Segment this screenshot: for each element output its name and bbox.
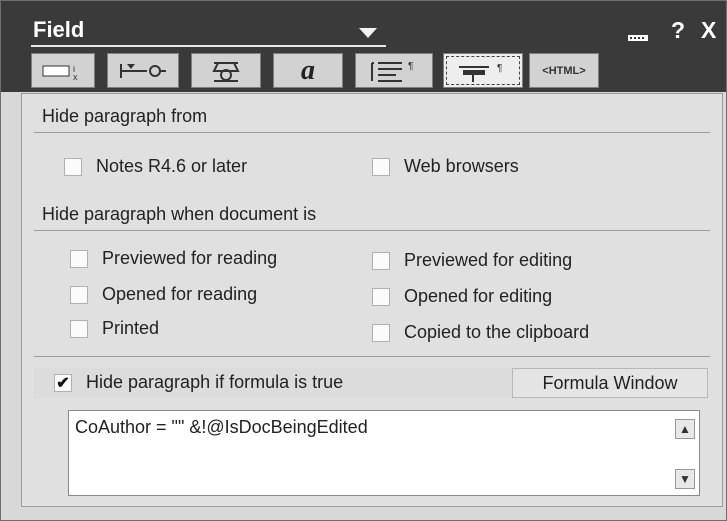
checkbox-label: Previewed for reading (102, 248, 278, 268)
formula-bar: ✔ Hide paragraph if formula is true Form… (34, 368, 708, 398)
minimize-icon[interactable] (627, 23, 649, 50)
checkbox-box[interactable] (70, 319, 88, 338)
checkbox-label: Printed (102, 318, 160, 338)
tab-paragraph-alignment[interactable] (191, 53, 261, 88)
checkbox-label: Web browsers (404, 156, 519, 176)
formula-input[interactable]: CoAuthor = "" &!@IsDocBeingEdited ▲ ▼ (68, 410, 700, 496)
checkbox-label: Copied to the clipboard (404, 322, 590, 342)
field-options-icon (120, 63, 166, 78)
checkbox-box[interactable] (64, 157, 82, 176)
tab-html[interactable]: <HTML> (529, 53, 599, 88)
copied-to-clipboard-checkbox[interactable]: Copied to the clipboard (372, 322, 589, 343)
tab-paragraph-spacing[interactable]: ¶ (355, 53, 433, 88)
formula-text[interactable]: CoAuthor = "" &!@IsDocBeingEdited (75, 417, 368, 438)
hide-if-formula-checkbox[interactable]: ✔ Hide paragraph if formula is true (54, 372, 343, 393)
checkbox-label: Notes R4.6 or later (96, 156, 248, 176)
svg-text:x: x (73, 72, 78, 82)
svg-text:¶: ¶ (497, 63, 502, 74)
paragraph-alignment-icon (212, 61, 240, 82)
previewed-for-editing-checkbox[interactable]: Previewed for editing (372, 250, 572, 271)
help-button[interactable]: ? (671, 17, 685, 44)
html-icon: <HTML> (542, 64, 586, 77)
checkbox-label: Opened for reading (102, 284, 258, 304)
previewed-for-reading-checkbox[interactable]: Previewed for reading (70, 248, 277, 269)
checkbox-box[interactable] (372, 323, 390, 342)
divider (34, 132, 710, 133)
opened-for-reading-checkbox[interactable]: Opened for reading (70, 284, 257, 305)
scroll-down-icon[interactable]: ▼ (675, 469, 695, 489)
hide-when-panel: Hide paragraph from Notes R4.6 or later … (21, 93, 723, 507)
font-icon: a (301, 54, 315, 86)
paragraph-spacing-icon: ¶ (371, 61, 413, 82)
opened-for-editing-checkbox[interactable]: Opened for editing (372, 286, 552, 307)
checkbox-label: Previewed for editing (404, 250, 573, 270)
divider (34, 356, 710, 357)
hide-when-label: Hide paragraph when document is (42, 204, 317, 224)
checkbox-box[interactable]: ✔ (54, 373, 72, 392)
tab-field-info[interactable]: ix (31, 53, 95, 88)
svg-text:¶: ¶ (408, 61, 413, 72)
scroll-up-icon[interactable]: ▲ (675, 419, 695, 439)
title-bar: Field ? X ix a ¶ ¶ <HTML> (1, 1, 726, 92)
properties-type-label: Field (33, 17, 85, 42)
divider (34, 230, 710, 231)
tab-font[interactable]: a (273, 53, 343, 88)
checkbox-box[interactable] (372, 287, 390, 306)
tab-hide-when[interactable]: ¶ (443, 53, 523, 88)
field-properties-window: Field ? X ix a ¶ ¶ <HTML> Hide paragraph… (0, 0, 727, 521)
properties-type-dropdown-icon[interactable] (359, 28, 377, 38)
title-underline (31, 45, 386, 47)
properties-tabs: ix a ¶ ¶ <HTML> (31, 53, 601, 89)
hide-from-web-checkbox[interactable]: Web browsers (372, 156, 519, 177)
checkbox-box[interactable] (372, 157, 390, 176)
checkbox-box[interactable] (70, 285, 88, 304)
tab-field-options[interactable] (107, 53, 179, 88)
printed-checkbox[interactable]: Printed (70, 318, 159, 339)
checkbox-box[interactable] (70, 249, 88, 268)
close-button[interactable]: X (701, 17, 716, 44)
hide-when-icon: ¶ (459, 63, 502, 82)
hide-from-notes-checkbox[interactable]: Notes R4.6 or later (64, 156, 247, 177)
hide-from-label: Hide paragraph from (42, 106, 208, 126)
checkbox-box[interactable] (372, 251, 390, 270)
checkbox-label: Opened for editing (404, 286, 553, 306)
field-info-icon: ix (42, 64, 78, 82)
checkbox-label: Hide paragraph if formula is true (86, 372, 344, 392)
formula-window-button[interactable]: Formula Window (512, 368, 708, 398)
